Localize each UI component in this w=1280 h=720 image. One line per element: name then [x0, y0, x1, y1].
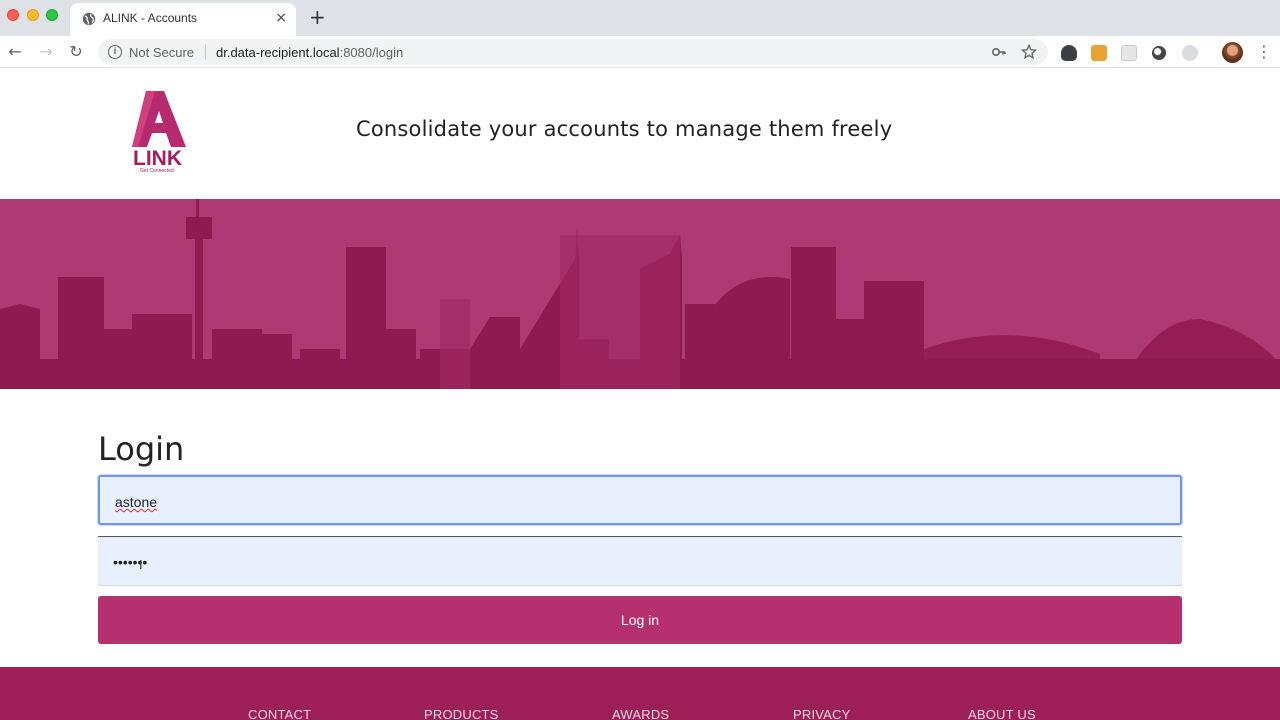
- username-value: astone: [115, 494, 158, 510]
- tab-title: ALINK - Accounts: [103, 11, 198, 25]
- footer-link-about-us[interactable]: ABOUT US: [968, 707, 1036, 720]
- browser-tab-active[interactable]: ALINK - Accounts ×: [70, 3, 296, 36]
- extension-badge-icon[interactable]: [1182, 45, 1198, 61]
- back-arrow-icon[interactable]: ←: [5, 42, 25, 62]
- extension-incognito-icon[interactable]: [1061, 45, 1077, 61]
- url-path: :8080/login: [339, 45, 404, 60]
- extension-page-icon[interactable]: [1121, 45, 1137, 61]
- window-minimize-button[interactable]: [27, 9, 39, 21]
- footer-link-privacy[interactable]: PRIVACY: [793, 707, 851, 720]
- login-title: Login: [98, 430, 185, 468]
- tab-close-icon[interactable]: ×: [275, 11, 287, 25]
- security-label[interactable]: Not Secure: [129, 45, 194, 60]
- header-tagline: Consolidate your accounts to manage them…: [356, 117, 893, 141]
- login-form: Login astone ••••••• I Log in: [98, 430, 1182, 644]
- globe-icon: [82, 12, 96, 26]
- address-bar[interactable]: i Not Secure dr.data-recipient.local:808…: [98, 39, 1048, 65]
- reload-icon[interactable]: ↻: [66, 42, 86, 62]
- omnibox-divider: [205, 44, 206, 60]
- browser-toolbar: ← → ↻ i Not Secure dr.data-recipient.loc…: [0, 36, 1280, 68]
- info-icon[interactable]: i: [108, 45, 122, 59]
- extension-orange-icon[interactable]: [1091, 45, 1107, 61]
- hero-banner: [0, 199, 1280, 389]
- username-input[interactable]: astone: [98, 475, 1182, 525]
- footer-link-awards[interactable]: AWARDS: [612, 707, 669, 720]
- url-host: dr.data-recipient.local: [216, 45, 340, 60]
- window-zoom-button[interactable]: [46, 9, 58, 21]
- city-skyline-illustration: [0, 199, 1280, 389]
- forward-arrow-icon[interactable]: →: [36, 42, 56, 62]
- footer-link-contact[interactable]: CONTACT: [248, 707, 311, 720]
- new-tab-button[interactable]: +: [309, 6, 326, 28]
- browser-tab-bar: ALINK - Accounts × +: [0, 0, 1280, 36]
- profile-avatar[interactable]: [1222, 42, 1243, 63]
- site-header: LINK Get Connected Consolidate your acco…: [0, 69, 1280, 199]
- window-close-button[interactable]: [7, 9, 19, 21]
- kebab-menu-icon[interactable]: ⋮: [1256, 42, 1272, 62]
- text-cursor-icon: I: [139, 557, 143, 572]
- star-icon[interactable]: [1021, 44, 1037, 60]
- password-input[interactable]: ••••••• I: [98, 536, 1182, 586]
- footer-link-products[interactable]: PRODUCTS: [424, 707, 499, 720]
- url-text[interactable]: dr.data-recipient.local:8080/login: [216, 45, 403, 60]
- extension-circle-icon[interactable]: [1152, 46, 1166, 60]
- logo-tagline: Get Connected: [140, 168, 174, 174]
- key-icon[interactable]: [991, 44, 1007, 60]
- login-button[interactable]: Log in: [98, 596, 1182, 644]
- site-footer: CONTACT PRODUCTS AWARDS PRIVACY ABOUT US: [0, 667, 1280, 720]
